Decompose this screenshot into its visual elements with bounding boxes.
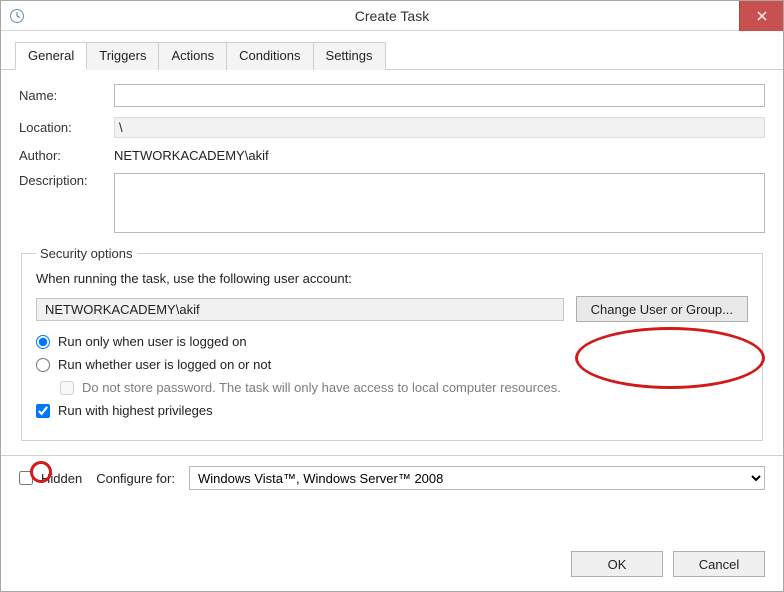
ok-button[interactable]: OK: [571, 551, 663, 577]
author-value: NETWORKACADEMY\akif: [114, 148, 765, 163]
close-button[interactable]: [739, 1, 783, 31]
do-not-store-row: Do not store password. The task will onl…: [60, 380, 748, 395]
tab-actions[interactable]: Actions: [159, 42, 227, 70]
run-logged-on-label: Run only when user is logged on: [58, 334, 247, 349]
highest-priv-label: Run with highest privileges: [58, 403, 213, 418]
app-icon: [9, 8, 25, 24]
close-icon: [757, 8, 767, 24]
bottom-row: Hidden Configure for: Windows Vista™, Wi…: [1, 455, 783, 490]
hidden-checkbox[interactable]: [19, 471, 33, 485]
run-whether-radio[interactable]: [36, 358, 50, 372]
run-logged-on-radio-row[interactable]: Run only when user is logged on: [36, 334, 748, 349]
change-user-button[interactable]: Change User or Group...: [576, 296, 748, 322]
highest-priv-row[interactable]: Run with highest privileges: [36, 403, 748, 418]
window-title: Create Task: [355, 8, 429, 24]
tab-triggers[interactable]: Triggers: [87, 42, 159, 70]
hidden-label: Hidden: [41, 471, 82, 486]
run-whether-radio-row[interactable]: Run whether user is logged on or not: [36, 357, 748, 372]
run-logged-on-radio[interactable]: [36, 335, 50, 349]
security-options-group: Security options When running the task, …: [21, 246, 763, 441]
security-legend: Security options: [36, 246, 137, 261]
name-label: Name:: [19, 88, 114, 103]
general-panel: Name: Location: \ Author: NETWORKACADEMY…: [1, 70, 783, 455]
description-input[interactable]: [114, 173, 765, 233]
configure-for-label: Configure for:: [96, 471, 175, 486]
run-whether-label: Run whether user is logged on or not: [58, 357, 271, 372]
cancel-button[interactable]: Cancel: [673, 551, 765, 577]
tab-settings[interactable]: Settings: [314, 42, 386, 70]
location-label: Location:: [19, 120, 114, 135]
user-account-box: NETWORKACADEMY\akif: [36, 298, 564, 321]
name-input[interactable]: [114, 84, 765, 107]
do-not-store-label: Do not store password. The task will onl…: [82, 380, 561, 395]
create-task-dialog: Create Task General Triggers Actions Con…: [0, 0, 784, 592]
highest-priv-checkbox[interactable]: [36, 404, 50, 418]
tab-strip: General Triggers Actions Conditions Sett…: [1, 31, 783, 70]
tab-conditions[interactable]: Conditions: [227, 42, 313, 70]
description-label: Description:: [19, 173, 114, 188]
when-running-text: When running the task, use the following…: [36, 271, 352, 286]
do-not-store-checkbox: [60, 381, 74, 395]
author-label: Author:: [19, 148, 114, 163]
titlebar: Create Task: [1, 1, 783, 31]
hidden-row[interactable]: Hidden: [19, 471, 82, 486]
location-value: \: [114, 117, 765, 138]
dialog-footer: OK Cancel: [571, 551, 765, 577]
configure-for-select[interactable]: Windows Vista™, Windows Server™ 2008: [189, 466, 765, 490]
tab-general[interactable]: General: [15, 42, 87, 70]
